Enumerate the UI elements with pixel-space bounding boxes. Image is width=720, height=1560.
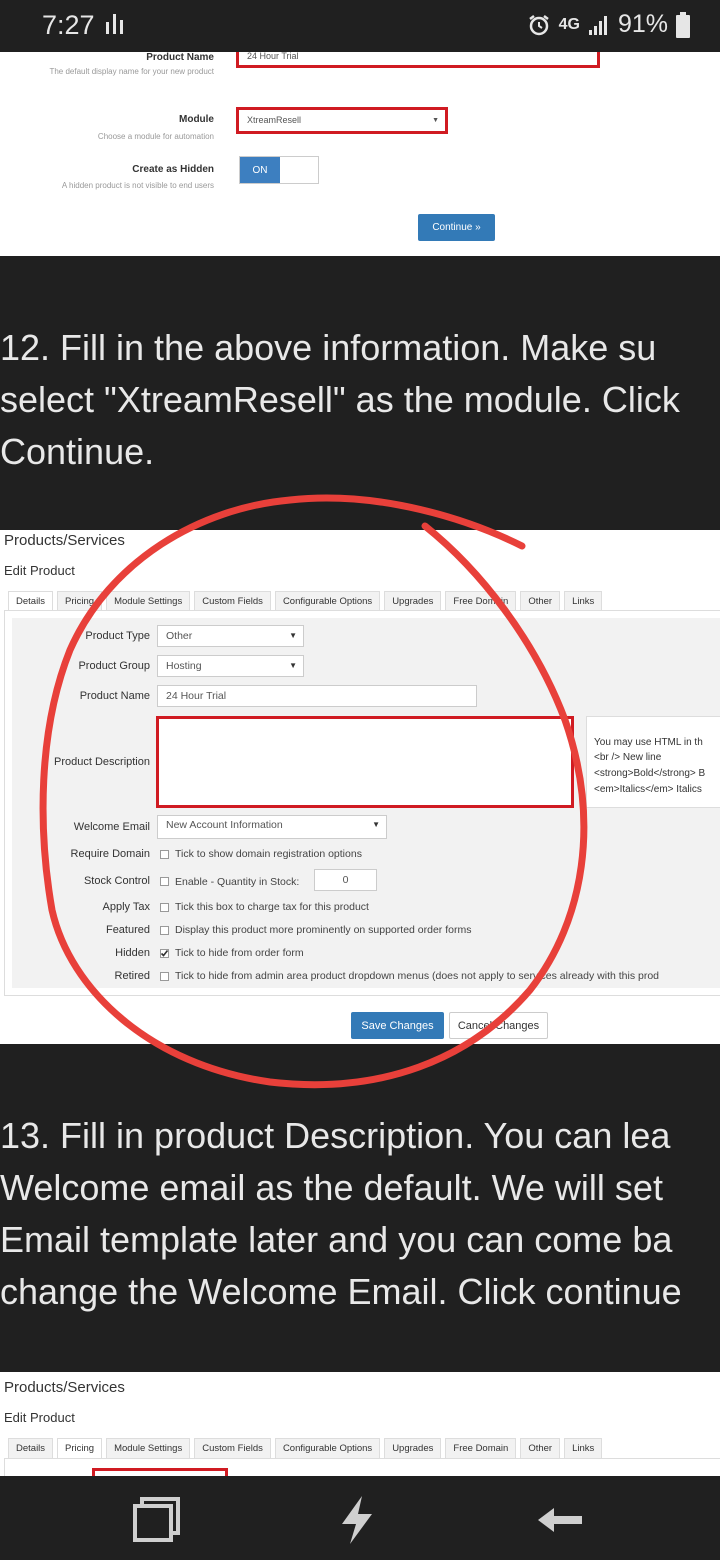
step-13-line-2: Welcome email as the default. We will se… [0,1167,663,1208]
tab-other-3[interactable]: Other [520,1438,561,1458]
recent-apps-icon[interactable] [132,1497,182,1543]
battery-percent: 91% [617,10,668,38]
step-13-line-1: 13. Fill in product Description. You can… [0,1115,671,1156]
alarm-icon [528,14,549,35]
signal-icon [588,15,607,35]
step-13-line-4: change the Welcome Email. Click continue [0,1271,682,1312]
tab-bar-3: Details Pricing Module Settings Custom F… [8,1438,606,1458]
screenshot-edit-product-pricing: Products/Services Edit Product Details P… [0,1372,720,1476]
product-name-label: Product Name [146,52,214,63]
module-label: Module [179,114,214,125]
continue-button[interactable]: Continue » [418,214,495,241]
back-arrow-icon[interactable] [534,1502,586,1538]
product-name-help: The default display name for your new pr… [49,67,214,76]
step-12-line-1: 12. Fill in the above information. Make … [0,327,657,368]
page-subtitle-3: Edit Product [4,1410,75,1425]
tab-custom-fields-3[interactable]: Custom Fields [194,1438,271,1458]
activity-icon [106,14,123,34]
tab-pricing-3[interactable]: Pricing [57,1438,103,1458]
bixby-lightning-icon[interactable] [336,1494,378,1546]
step-12-line-3: Continue. [0,431,155,472]
navigation-bar [0,1476,720,1560]
create-hidden-label: Create as Hidden [132,164,214,175]
create-hidden-toggle[interactable]: ON [239,156,319,184]
tab-details-3[interactable]: Details [8,1438,54,1458]
battery-icon [676,11,690,38]
chevron-down-icon: ▼ [432,117,439,124]
network-type: 4G [558,15,580,33]
tab-upgrades-3[interactable]: Upgrades [384,1438,442,1458]
annotation-circle [39,494,588,1089]
module-select-value: XtreamResell [247,115,302,125]
create-hidden-help: A hidden product is not visible to end u… [61,181,214,190]
tab-module-settings-3[interactable]: Module Settings [106,1438,191,1458]
tab-free-domain-3[interactable]: Free Domain [445,1438,517,1458]
status-bar: 7:27 4G 91% [0,0,720,52]
status-right: 4G 91% [527,10,690,39]
clock: 7:27 [42,10,95,40]
step-12-line-2: select "XtreamResell" as the module. Cli… [0,379,680,420]
module-select[interactable]: XtreamResell ▼ [236,107,448,134]
pricing-highlight [92,1468,228,1476]
tab-links-3[interactable]: Links [564,1438,603,1458]
step-13-line-3: Email template later and you can come ba [0,1219,673,1260]
tab-configurable-options-3[interactable]: Configurable Options [274,1438,381,1458]
page-title-3: Products/Services [4,1379,125,1396]
toggle-on-state: ON [240,157,280,183]
module-help: Choose a module for automation [97,132,214,141]
screenshot-product-setup: Product Name The default display name fo… [0,52,720,256]
product-name-input[interactable]: 24 Hour Trial [236,52,600,68]
